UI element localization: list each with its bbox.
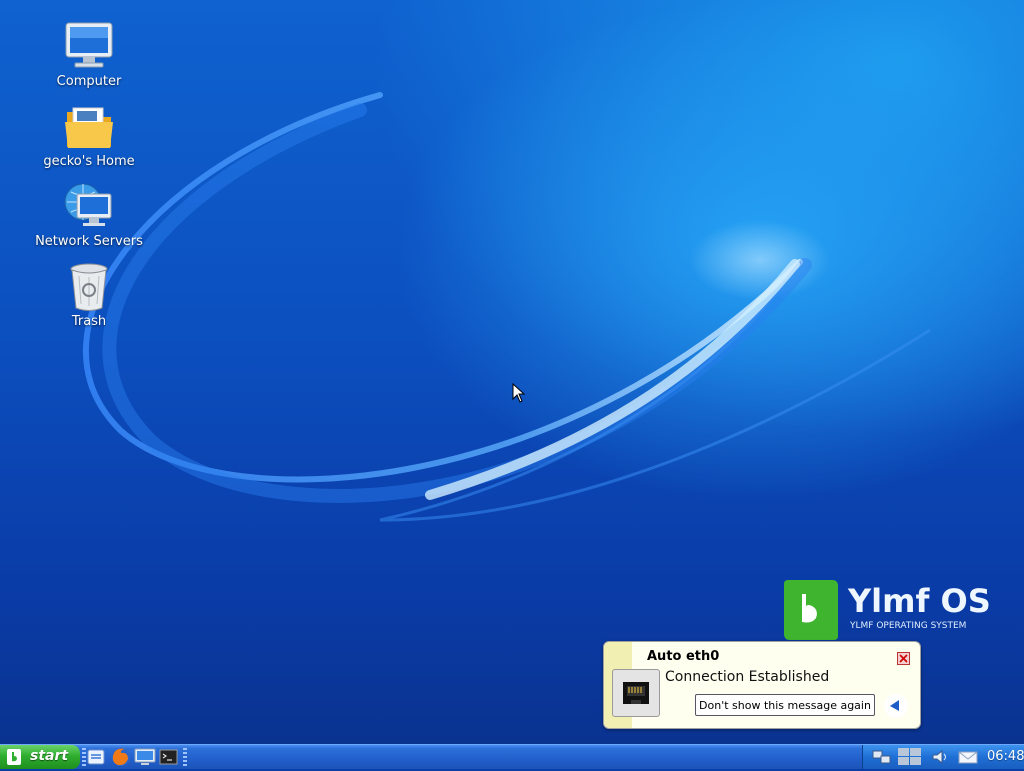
brand-name: Ylmf OS bbox=[848, 582, 991, 620]
desktop-icon-label: Computer bbox=[56, 74, 122, 89]
close-icon bbox=[899, 654, 908, 663]
desktop-icon-computer[interactable]: Computer bbox=[29, 22, 149, 89]
trash-icon bbox=[70, 263, 108, 311]
taskbar: start 06:48 bbox=[0, 744, 1024, 769]
wallpaper-swoosh bbox=[82, 92, 931, 522]
tray-network[interactable] bbox=[871, 747, 893, 767]
desktop-icon-label: Network Servers bbox=[35, 234, 143, 249]
terminal-icon bbox=[159, 749, 178, 765]
show-desktop-icon bbox=[134, 748, 156, 765]
quick-launch-terminal[interactable] bbox=[158, 747, 180, 767]
start-button[interactable]: start bbox=[0, 745, 80, 769]
ethernet-icon bbox=[623, 682, 649, 704]
quick-launch-file-manager[interactable] bbox=[86, 747, 108, 767]
brand-subtitle: YLMF OPERATING SYSTEM bbox=[850, 621, 967, 631]
desktop-icon-home[interactable]: gecko's Home bbox=[29, 102, 149, 169]
task-list-grip[interactable] bbox=[183, 748, 187, 766]
desktop-icon-trash[interactable]: Trash bbox=[29, 262, 149, 329]
notification-close-button[interactable] bbox=[897, 652, 910, 665]
desktop-icon-label: Trash bbox=[71, 314, 107, 329]
file-manager-icon bbox=[87, 749, 105, 765]
start-label: start bbox=[30, 748, 69, 764]
tray-volume[interactable] bbox=[929, 747, 951, 767]
desktop: Computer gecko's Home Network Servers Tr… bbox=[0, 0, 1024, 744]
notification-next-button[interactable] bbox=[884, 694, 908, 718]
mouse-pointer-icon bbox=[512, 383, 526, 403]
notification-title: Auto eth0 bbox=[647, 649, 720, 664]
clock[interactable]: 06:48 bbox=[987, 749, 1024, 764]
notification-message: Connection Established bbox=[665, 669, 830, 685]
ylmf-start-icon bbox=[7, 749, 21, 765]
firefox-icon bbox=[112, 748, 130, 766]
desktop-icon-network-servers[interactable]: Network Servers bbox=[29, 182, 149, 249]
ylmf-logo-icon bbox=[784, 580, 838, 640]
home-folder-icon bbox=[65, 107, 113, 148]
network-icon bbox=[872, 750, 891, 764]
quick-launch-show-desktop[interactable] bbox=[134, 747, 156, 767]
network-servers-icon bbox=[64, 183, 112, 226]
desktop-icon-label: gecko's Home bbox=[43, 154, 135, 169]
volume-icon bbox=[932, 749, 946, 765]
dont-show-again-button[interactable]: Don't show this message again bbox=[695, 694, 875, 716]
computer-icon bbox=[65, 22, 113, 68]
tray-mail[interactable] bbox=[957, 747, 979, 767]
triangle-left-icon bbox=[890, 700, 899, 711]
tray-workspace-switcher[interactable] bbox=[897, 747, 923, 767]
workspace-switcher-icon bbox=[898, 748, 921, 765]
mail-icon bbox=[958, 751, 978, 764]
network-notification: Auto eth0 Connection Established Don't s… bbox=[603, 641, 921, 729]
quick-launch-firefox[interactable] bbox=[110, 747, 132, 767]
notification-image bbox=[612, 669, 660, 717]
